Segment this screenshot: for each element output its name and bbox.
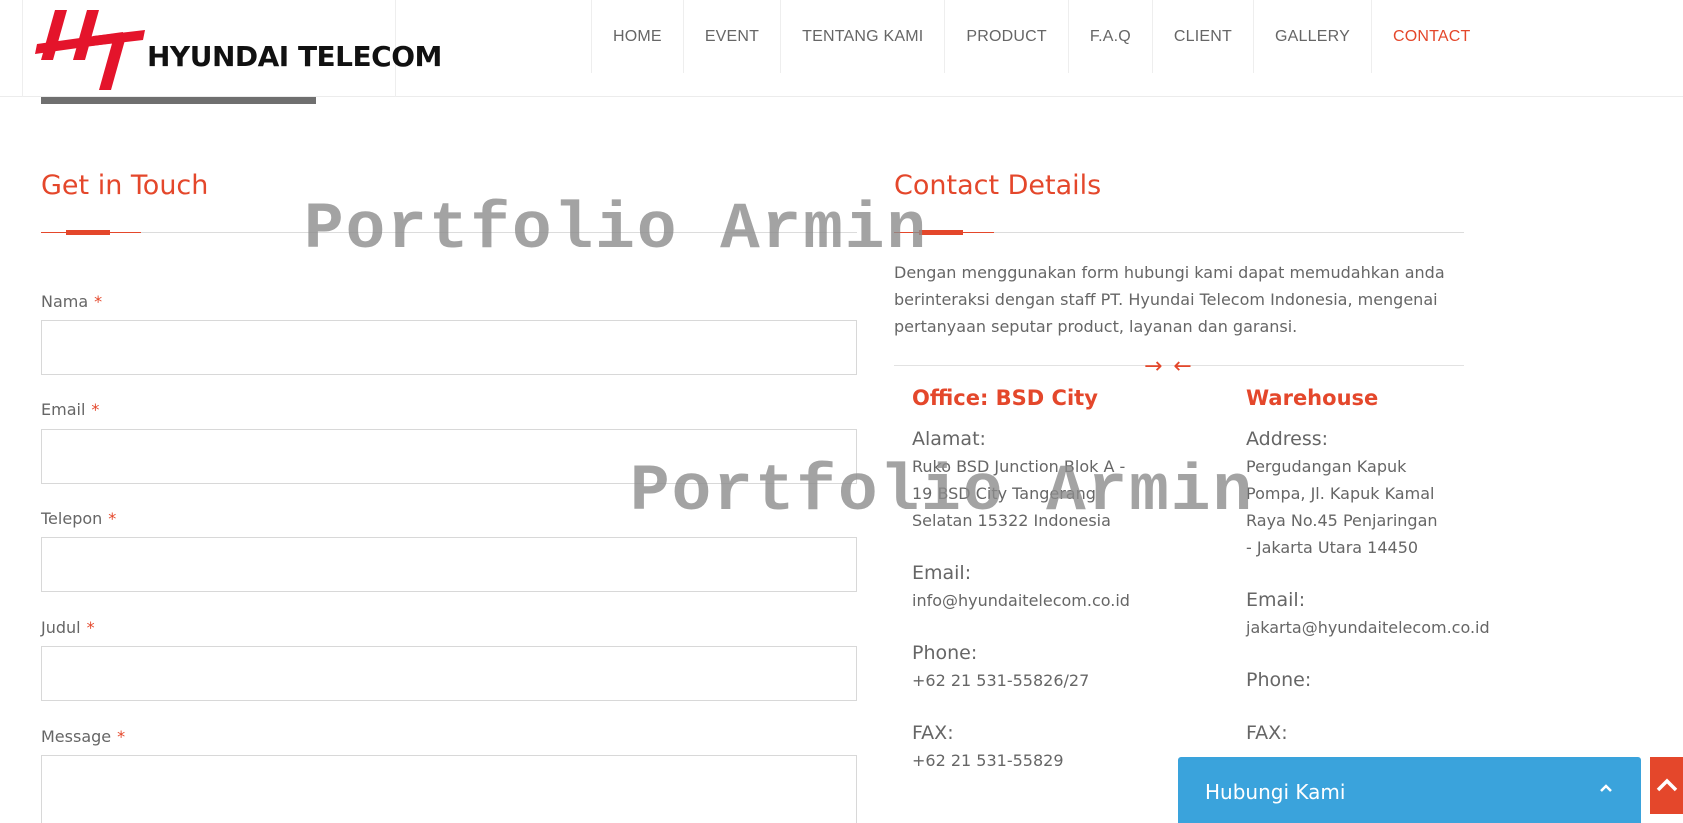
nama-label: Nama * <box>41 292 103 311</box>
site-header: HYUNDAI TELECOM HOME EVENT TENTANG KAMI … <box>0 0 1683 97</box>
telepon-label: Telepon * <box>41 509 117 528</box>
warehouse-email-link[interactable]: jakarta@hyundaitelecom.co.id <box>1246 614 1506 641</box>
office-phone: +62 21 531-55826/27 <box>912 671 1090 690</box>
logo[interactable]: HYUNDAI TELECOM <box>22 0 442 97</box>
contact-details-title: Contact Details <box>894 170 1102 201</box>
message-label: Message * <box>41 727 126 746</box>
email-label: Email * <box>41 400 100 419</box>
warehouse-title: Warehouse <box>1246 386 1379 410</box>
nav-item-tentang-kami[interactable]: TENTANG KAMI <box>781 0 946 73</box>
form-title-rule <box>41 232 857 233</box>
divider-arrows-icon: → ← <box>1144 354 1194 379</box>
chevron-up-icon[interactable] <box>1599 781 1613 795</box>
office-phone-label: Phone: <box>912 642 978 664</box>
warehouse-phone-label: Phone: <box>1246 669 1312 691</box>
details-title-accent <box>919 230 963 235</box>
office-address-label: Alamat: <box>912 428 986 450</box>
watermark-text: Portfolio Armin <box>304 192 929 267</box>
office-fax-label: FAX: <box>912 722 954 744</box>
hero-image-edge <box>41 97 316 104</box>
nav-item-event[interactable]: EVENT <box>684 0 782 73</box>
contact-intro-text: Dengan menggunakan form hubungi kami dap… <box>894 263 1445 336</box>
office-title: Office: BSD City <box>912 386 1098 410</box>
chat-widget-label: Hubungi Kami <box>1205 780 1346 804</box>
nama-input[interactable] <box>41 320 857 375</box>
message-textarea[interactable] <box>41 755 857 823</box>
warehouse-address-label: Address: <box>1246 428 1329 450</box>
main-nav: HOME EVENT TENTANG KAMI PRODUCT F.A.Q CL… <box>591 0 1492 73</box>
nav-item-product[interactable]: PRODUCT <box>945 0 1069 73</box>
hyundai-telecom-logo-icon <box>35 10 145 90</box>
form-title-accent <box>66 230 110 235</box>
scroll-to-top-button[interactable] <box>1650 757 1683 814</box>
form-title: Get in Touch <box>41 170 209 201</box>
nav-item-home[interactable]: HOME <box>592 0 684 73</box>
nav-item-contact[interactable]: CONTACT <box>1372 0 1492 73</box>
warehouse-fax-label: FAX: <box>1246 722 1288 744</box>
warehouse-address: Pergudangan Kapuk Pompa, Jl. Kapuk Kamal… <box>1246 457 1438 557</box>
office-fax: +62 21 531-55829 <box>912 751 1064 770</box>
judul-input[interactable] <box>41 646 857 701</box>
office-email-label: Email: <box>912 562 972 584</box>
chevron-up-icon <box>1656 778 1678 792</box>
logo-text: HYUNDAI TELECOM <box>147 40 442 73</box>
office-address: Ruko BSD Junction Blok A - 19 BSD City T… <box>912 457 1126 530</box>
telepon-input[interactable] <box>41 537 857 592</box>
warehouse-email-label: Email: <box>1246 589 1306 611</box>
nav-item-faq[interactable]: F.A.Q <box>1069 0 1153 73</box>
nav-item-client[interactable]: CLIENT <box>1153 0 1255 73</box>
email-input[interactable] <box>41 429 857 484</box>
judul-label: Judul * <box>41 618 95 637</box>
nav-item-gallery[interactable]: GALLERY <box>1254 0 1372 73</box>
office-email-link[interactable]: info@hyundaitelecom.co.id <box>912 587 1172 614</box>
chat-widget-bar[interactable]: Hubungi Kami <box>1178 757 1641 823</box>
